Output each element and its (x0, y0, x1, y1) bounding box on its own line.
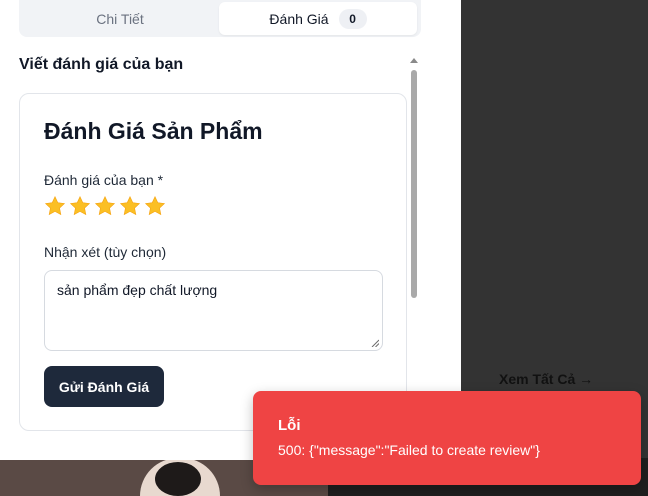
tab-reviews[interactable]: Đánh Giá 0 (219, 2, 417, 35)
star-icon[interactable] (144, 195, 166, 217)
scroll-up-icon[interactable] (410, 58, 418, 63)
tab-reviews-label: Đánh Giá (269, 10, 329, 27)
tab-details[interactable]: Chi Tiết (21, 2, 219, 35)
star-icon[interactable] (119, 195, 141, 217)
toast-title: Lỗi (278, 417, 301, 434)
star-icon[interactable] (44, 195, 66, 217)
comment-textarea[interactable]: sản phẩm đẹp chất lượng (44, 270, 383, 351)
tab-details-label: Chi Tiết (96, 10, 144, 27)
star-icon[interactable] (94, 195, 116, 217)
toast-message: 500: {"message":"Failed to create review… (278, 442, 540, 458)
see-all-link[interactable]: Xem Tất Cả → (499, 371, 593, 387)
section-title: Viết đánh giá của bạn (19, 56, 184, 73)
resize-handle-icon[interactable] (371, 339, 379, 347)
review-form-title: Đánh Giá Sản Phẩm (44, 118, 263, 144)
rating-label: Đánh giá của bạn * (44, 172, 164, 188)
error-toast[interactable]: Lỗi 500: {"message":"Failed to create re… (253, 391, 641, 485)
scroll-thumb[interactable] (411, 70, 417, 298)
star-icon[interactable] (69, 195, 91, 217)
review-form-card: Đánh Giá Sản Phẩm Đánh giá của bạn * Nhậ… (19, 93, 407, 431)
comment-text: sản phẩm đẹp chất lượng (57, 282, 218, 298)
star-rating (44, 195, 166, 217)
submit-review-button[interactable]: Gửi Đánh Giá (44, 366, 164, 407)
tab-bar: Chi Tiết Đánh Giá 0 (19, 0, 421, 37)
background-photo-head (155, 462, 201, 496)
submit-review-label: Gửi Đánh Giá (58, 378, 150, 395)
comment-label: Nhận xét (tùy chọn) (44, 244, 167, 260)
review-count-badge: 0 (338, 8, 367, 29)
